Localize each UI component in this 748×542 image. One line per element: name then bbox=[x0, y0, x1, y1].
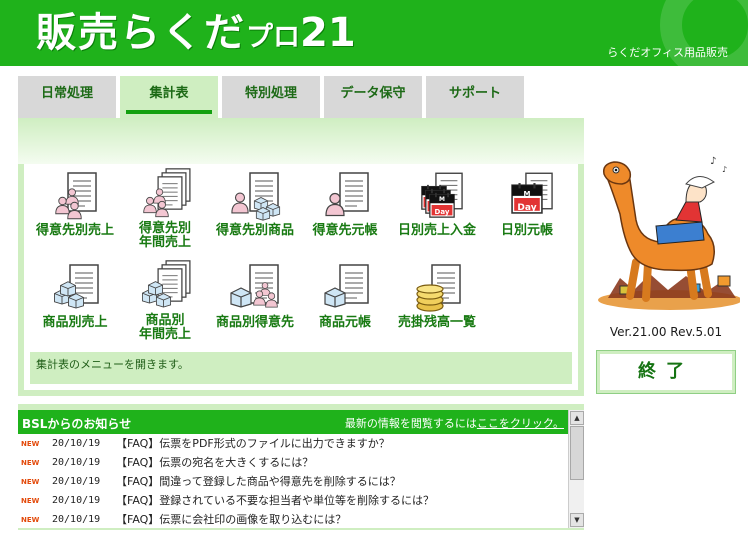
news-item[interactable]: NEW 20/10/19 【FAQ】登録されている不要な担当者や単位等を削除する… bbox=[18, 492, 568, 510]
version-label: Ver.21.00 Rev.5.01 bbox=[609, 325, 723, 339]
menu-label: 得意先別売上 bbox=[35, 223, 114, 238]
boxes-report-icon bbox=[54, 264, 99, 309]
news-title: BSLからのお知らせ bbox=[22, 417, 132, 431]
tab-support[interactable]: サポート bbox=[426, 76, 524, 118]
news-item-title: 【FAQ】登録されている不要な担当者や単位等を削除するには？ bbox=[116, 494, 434, 507]
new-badge: NEW bbox=[21, 497, 40, 505]
app-header: 販売らくだプロ21 らくだオフィス用品販売 bbox=[0, 0, 748, 66]
coins-report-icon bbox=[416, 264, 461, 312]
menu-label: 得意先元帳 bbox=[312, 223, 378, 238]
menu-customer-annual-sales[interactable]: 得意先別 年間売上 bbox=[116, 168, 214, 250]
news-item-title: 【FAQ】伝票をPDF形式のファイルに出力できますか？ bbox=[116, 437, 390, 450]
new-badge: NEW bbox=[21, 440, 40, 448]
menu-label: 商品元帳 bbox=[318, 315, 371, 330]
menu-label: 日別元帳 bbox=[500, 223, 553, 238]
new-badge: NEW bbox=[21, 459, 40, 467]
app-logo: 販売らくだプロ21 bbox=[36, 10, 356, 56]
svg-text:Day: Day bbox=[517, 203, 536, 213]
calendar-day-icon: M Day bbox=[511, 172, 553, 214]
news-date: 20/10/19 bbox=[52, 457, 101, 468]
scroll-thumb[interactable] bbox=[570, 426, 584, 480]
news-header: BSLからのお知らせ 最新の情報を閲覧するにはここをクリック。 bbox=[18, 410, 568, 434]
menu-daily-ledger[interactable]: M Day 日別元帳 bbox=[478, 170, 576, 238]
menu-label: 商品別売上 bbox=[42, 315, 108, 330]
news-prompt: 最新の情報を閲覧するにはここをクリック。 bbox=[344, 417, 564, 430]
news-item-title: 【FAQ】間違って登録した商品や得意先を削除するには？ bbox=[116, 475, 401, 488]
people-report-icon bbox=[55, 172, 97, 220]
exit-button[interactable]: 終了 bbox=[596, 350, 736, 394]
menu-product-ledger[interactable]: 商品元帳 bbox=[296, 262, 394, 330]
camel-mascot-icon: ♪ ♪ bbox=[598, 156, 740, 310]
news-list: NEW 20/10/19 【FAQ】伝票をPDF形式のファイルに出力できますか？… bbox=[18, 434, 568, 528]
menu-label: 日別売上入金 bbox=[397, 223, 476, 238]
tab-data-maintenance[interactable]: データ保守 bbox=[324, 76, 422, 118]
news-item[interactable]: NEW 20/10/19 【FAQ】伝票に会社印の画像を取り込むには？ bbox=[18, 511, 568, 528]
menu-customer-ledger[interactable]: 得意先元帳 bbox=[296, 170, 394, 238]
new-badge: NEW bbox=[21, 478, 40, 486]
main-tabs: 日常処理 集計表 特別処理 データ保守 サポート bbox=[18, 76, 528, 118]
menu-receivables-list[interactable]: 売掛残高一覧 bbox=[388, 262, 486, 330]
menu-customer-sales[interactable]: 得意先別売上 bbox=[26, 170, 124, 238]
svg-text:M: M bbox=[439, 196, 445, 203]
news-scrollbar[interactable]: ▲ ▼ bbox=[568, 410, 584, 528]
tab-daily[interactable]: 日常処理 bbox=[18, 76, 116, 118]
people-multi-report-icon bbox=[143, 168, 191, 218]
news-date: 20/10/19 bbox=[52, 476, 101, 487]
news-item-title: 【FAQ】伝票に会社印の画像を取り込むには？ bbox=[116, 513, 347, 526]
scroll-up-icon[interactable]: ▲ bbox=[570, 411, 584, 425]
menu-daily-sales-receipts[interactable]: M Day 日別売上入金 bbox=[388, 170, 486, 238]
menu-product-customers[interactable]: 商品別得意先 bbox=[206, 262, 304, 330]
menu-label: 商品別得意先 bbox=[215, 315, 294, 330]
svg-text:Day: Day bbox=[435, 208, 450, 216]
news-item-title: 【FAQ】伝票の宛名を大きくするには？ bbox=[116, 456, 314, 469]
new-badge: NEW bbox=[21, 516, 40, 524]
company-name: らくだオフィス用品販売 bbox=[607, 46, 728, 59]
menu-customer-products[interactable]: 得意先別商品 bbox=[206, 170, 304, 238]
menu-label: 得意先別商品 bbox=[215, 223, 294, 238]
svg-text:♪: ♪ bbox=[722, 165, 727, 174]
news-item[interactable]: NEW 20/10/19 【FAQ】伝票の宛名を大きくするには？ bbox=[18, 454, 568, 472]
panel-top-gradient bbox=[18, 118, 584, 164]
menu-product-sales[interactable]: 商品別売上 bbox=[26, 262, 124, 330]
news-item[interactable]: NEW 20/10/19 【FAQ】間違って登録した商品や得意先を削除するには？ bbox=[18, 473, 568, 491]
boxes-multi-report-icon bbox=[141, 260, 191, 308]
svg-text:M: M bbox=[524, 190, 531, 198]
news-item[interactable]: NEW 20/10/19 【FAQ】伝票をPDF形式のファイルに出力できますか？ bbox=[18, 435, 568, 453]
status-message: 集計表のメニューを開きます。 bbox=[30, 352, 572, 384]
menu-label: 得意先別 年間売上 bbox=[138, 221, 191, 250]
news-link[interactable]: ここをクリック。 bbox=[477, 417, 564, 430]
calendar-day-report-icon: M Day bbox=[421, 172, 463, 218]
person-ledger-icon bbox=[325, 172, 369, 217]
menu-product-annual-sales[interactable]: 商品別 年間売上 bbox=[116, 260, 214, 342]
box-people-report-icon bbox=[230, 264, 279, 308]
box-ledger-icon bbox=[324, 264, 369, 308]
people-boxes-report-icon bbox=[231, 172, 281, 221]
news-date: 20/10/19 bbox=[52, 495, 101, 506]
tab-special[interactable]: 特別処理 bbox=[222, 76, 320, 118]
scroll-down-icon[interactable]: ▼ bbox=[570, 513, 584, 527]
tab-summary[interactable]: 集計表 bbox=[120, 76, 218, 118]
svg-text:♪: ♪ bbox=[710, 156, 716, 167]
news-date: 20/10/19 bbox=[52, 514, 101, 525]
menu-label: 商品別 年間売上 bbox=[138, 313, 191, 342]
news-date: 20/10/19 bbox=[52, 438, 101, 449]
menu-label: 売掛残高一覧 bbox=[397, 315, 476, 330]
